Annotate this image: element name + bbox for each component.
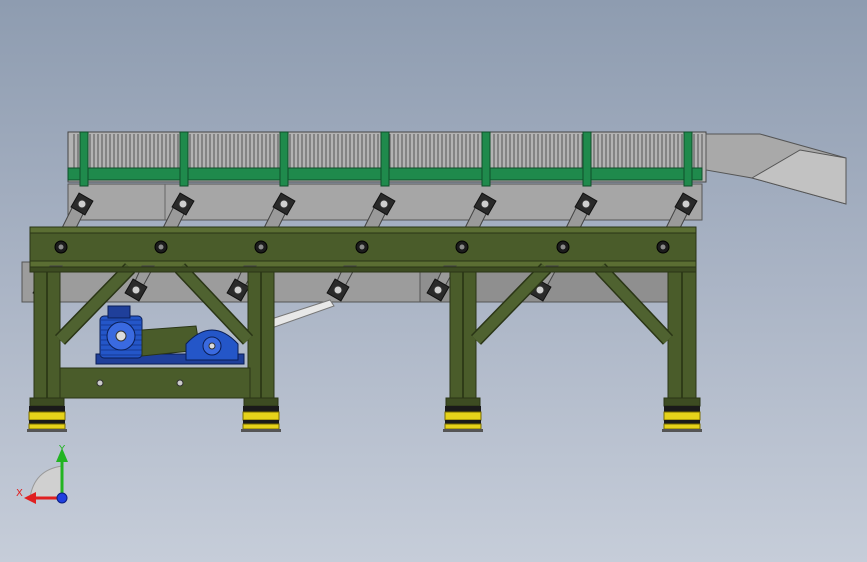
beam-top-flange [29,226,697,234]
deck-post [582,131,592,187]
triad-z-axis [56,492,68,504]
triad-y-label: Y [58,444,66,455]
rubber-foot [443,406,483,432]
deck-post [279,131,289,187]
rubber-foot [27,406,67,432]
rubber-foot [241,406,281,432]
leg-stringer [29,266,697,273]
motor-base-frame [59,367,251,399]
coordinate-triad[interactable]: X Y [16,444,68,504]
deck-post [683,131,693,187]
main-beam [29,226,697,268]
deck-post [179,131,189,187]
cad-viewport[interactable]: X Y [0,0,867,562]
deck-post [79,131,89,187]
triad-x-label: X [16,488,23,499]
deck-post [380,131,390,187]
deck-post [481,131,491,187]
beam-bottom-flange [29,260,697,268]
rubber-feet [27,406,702,432]
motor-terminal-box [107,305,131,319]
rubber-foot [662,406,702,432]
